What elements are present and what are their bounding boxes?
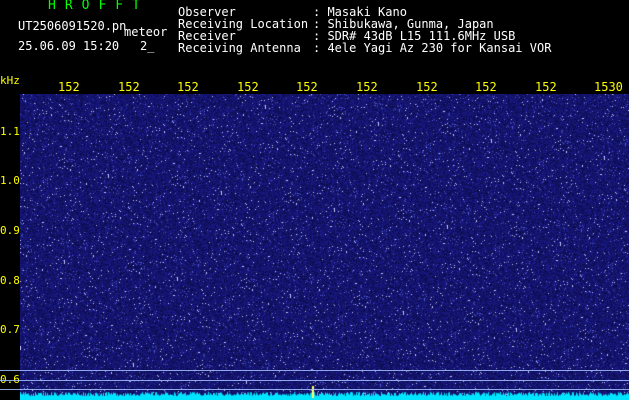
meteor-label: meteor [124, 25, 168, 39]
axis-unit-label: kHz [0, 74, 20, 87]
x-tick: 152 [177, 80, 199, 94]
reference-line [0, 380, 629, 381]
x-tick: 152 [475, 80, 497, 94]
x-tick: 152 [237, 80, 259, 94]
y-tick: 0.7 [0, 323, 20, 336]
y-tick: 1.1 [0, 125, 20, 138]
x-tick: 152 [118, 80, 140, 94]
x-tick: 152 [296, 80, 318, 94]
y-tick: 0.9 [0, 224, 20, 237]
app-title: HROFFT [48, 0, 149, 13]
x-tick: 152 [356, 80, 378, 94]
y-tick: 1.0 [0, 174, 20, 187]
antenna-value: : 4ele Yagi Az 230 for Kansai VOR [313, 41, 552, 55]
y-tick: 0.8 [0, 274, 20, 287]
x-tick: 152 [535, 80, 557, 94]
file-name: UT2506091520.pn [18, 19, 127, 33]
x-tick: 152 [416, 80, 438, 94]
antenna-key: Receiving Antenna [178, 41, 301, 55]
spectrogram[interactable] [20, 94, 629, 400]
meteor-count: 2_ [140, 39, 155, 53]
reference-line [0, 389, 629, 390]
date-time: 25.06.09 15:20 [18, 39, 120, 53]
reference-line [0, 370, 629, 371]
x-tick: 1530 [594, 80, 623, 94]
x-tick: 152 [58, 80, 80, 94]
